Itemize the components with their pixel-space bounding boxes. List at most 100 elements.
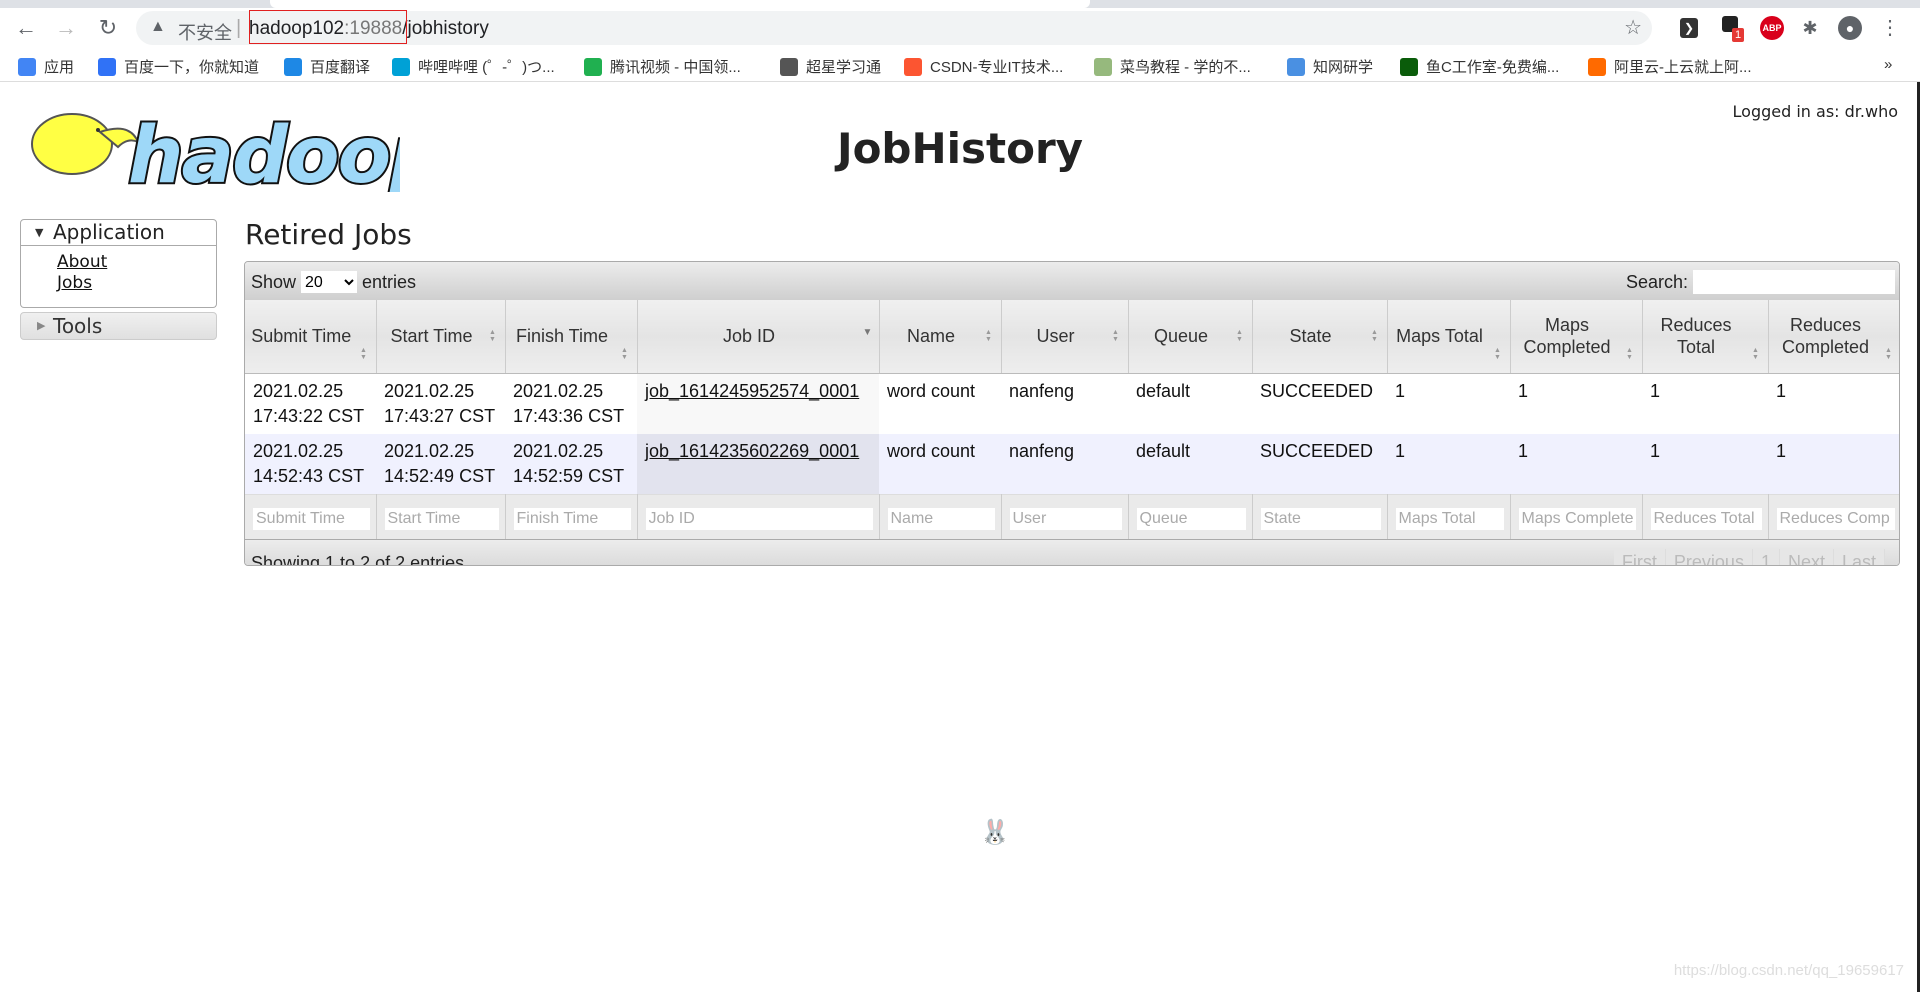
bookmark-label: 哔哩哔哩 (゜-゜)つ... (418, 59, 555, 76)
table-cell: SUCCEEDED (1252, 433, 1387, 494)
column-filter-input[interactable] (1650, 507, 1762, 530)
bookmark-item[interactable]: 百度翻译 (284, 56, 370, 77)
column-header[interactable]: Queue ▲ ▼ (1128, 300, 1253, 374)
bilibili-icon (392, 57, 410, 76)
column-header[interactable]: Reduces Completed ▲ ▼ (1768, 300, 1899, 374)
table-cell: nanfeng (1001, 433, 1128, 494)
column-filter-input[interactable] (1136, 507, 1246, 530)
table-cell: 1 (1768, 373, 1899, 434)
column-filter-input[interactable] (1776, 507, 1895, 530)
table-cell: default (1128, 373, 1252, 434)
pager-last-button[interactable]: Last (1834, 549, 1885, 565)
bookmark-item[interactable]: 阿里云-上云就上阿... (1588, 56, 1752, 77)
forward-icon[interactable]: → (52, 14, 80, 42)
column-header[interactable]: Finish Time ▲ ▼ (505, 300, 638, 374)
bookmark-item[interactable]: CSDN-专业IT技术... (904, 56, 1063, 77)
bookmark-item[interactable]: 知网研学 (1287, 56, 1373, 77)
sidebar-tools-header[interactable]: ▶ Tools (20, 312, 217, 340)
back-icon[interactable]: ← (12, 14, 40, 42)
profile-avatar-icon[interactable]: ● (1838, 16, 1862, 40)
bookmark-star-icon[interactable]: ☆ (1624, 15, 1642, 40)
column-filter-input[interactable] (1009, 507, 1122, 530)
table-footer: Showing 1 to 2 of 2 entries First Previou… (245, 539, 1899, 565)
address-bar[interactable]: ▲ 不安全 | hadoop102:19888/jobhistory ☆ (136, 10, 1652, 45)
baidu-icon (98, 57, 116, 76)
column-header[interactable]: Start Time ▲ ▼ (376, 300, 506, 374)
table-cell: 1 (1510, 433, 1642, 494)
extension-terminal-icon[interactable]: ❯ (1680, 18, 1698, 38)
page-title: JobHistory (0, 124, 1920, 173)
job-id-link[interactable]: job_1614235602269_0001 (645, 441, 859, 461)
column-filter-input[interactable] (1518, 507, 1636, 530)
column-header[interactable]: State ▲ ▼ (1252, 300, 1388, 374)
table-cell: 1 (1642, 373, 1768, 434)
column-header[interactable]: Submit Time ▲ ▼ (245, 300, 377, 374)
bookmark-item[interactable]: 腾讯视频 - 中国领... (584, 56, 741, 77)
security-label: 不安全 (178, 23, 232, 43)
bookmark-item[interactable]: 超星学习通 (780, 56, 881, 77)
reload-icon[interactable]: ↻ (94, 14, 122, 42)
entries-per-page-select[interactable]: 20 (301, 271, 358, 293)
table-cell: 2021.02.25 17:43:27 CST (376, 373, 505, 434)
sidebar-link-jobs[interactable]: Jobs (57, 273, 216, 294)
pager-previous-button[interactable]: Previous (1666, 549, 1753, 565)
column-header[interactable]: Maps Completed ▲ ▼ (1510, 300, 1643, 374)
column-header[interactable]: User ▲ ▼ (1001, 300, 1129, 374)
job-id-link[interactable]: job_1614245952574_0001 (645, 381, 859, 401)
more-bookmarks-button[interactable]: » (1884, 56, 1892, 73)
table-row: 2021.02.25 17:43:22 CST 2021.02.25 17:43:… (245, 373, 1899, 434)
bookmark-item[interactable]: 菜鸟教程 - 学的不... (1094, 56, 1251, 77)
bookmark-label: 腾讯视频 - 中国领... (610, 59, 741, 76)
bookmark-item[interactable]: 应用 (18, 56, 74, 77)
column-header-label: State (1289, 326, 1332, 347)
caret-right-icon: ▶ (37, 319, 46, 332)
extensions-puzzle-icon[interactable]: ✱ (1798, 16, 1822, 40)
column-header[interactable]: Reduces Total ▲ ▼ (1642, 300, 1769, 374)
bookmark-item[interactable]: 哔哩哔哩 (゜-゜)つ... (392, 56, 555, 77)
column-filter-input[interactable] (1395, 507, 1504, 530)
pager-next-button[interactable]: Next (1780, 549, 1834, 565)
filter-cell (1387, 493, 1511, 539)
filter-cell (879, 493, 1002, 539)
column-header-label: Job ID (722, 326, 776, 347)
table-cell: default (1128, 433, 1252, 494)
bookmark-item[interactable]: 百度一下，你就知道 (98, 56, 259, 77)
column-header[interactable]: Job ID ▼ (637, 300, 880, 374)
show-label: Show (251, 271, 297, 292)
bookmarks-bar: 应用 百度一下，你就知道 百度翻译 哔哩哔哩 (゜-゜)つ... 腾讯视频 - 中国领.… (0, 50, 1920, 82)
caret-down-icon: ▼ (35, 226, 44, 239)
rabbit-mascot-icon: 🐰 (980, 819, 1010, 846)
sidebar-link-about[interactable]: About (57, 252, 216, 273)
sidebar: ▼ Application About Jobs ▶ Tools (20, 219, 217, 340)
column-filter-input[interactable] (253, 507, 370, 530)
search-input[interactable] (1693, 270, 1895, 294)
adblock-icon[interactable]: ABP (1760, 16, 1784, 40)
column-filter-input[interactable] (1260, 507, 1381, 530)
pagination: First Previous 1 Next Last (1613, 549, 1885, 565)
jobs-table-wrapper: Show 20 entries Search: Submit Time ▲ ▼ Sta… (244, 261, 1900, 566)
column-filter-input[interactable] (645, 507, 873, 530)
sort-icon: ▲ ▼ (1626, 346, 1633, 361)
table-toolbar: Show 20 entries Search: (245, 262, 1899, 300)
column-filter-input[interactable] (513, 507, 631, 530)
translate-icon (284, 57, 302, 76)
menu-kebab-icon[interactable]: ⋮ (1878, 16, 1902, 40)
extension-icon[interactable]: 1 (1718, 16, 1745, 42)
column-header[interactable]: Maps Total ▲ ▼ (1387, 300, 1511, 374)
pager-1-button[interactable]: 1 (1753, 549, 1780, 565)
bookmark-item[interactable]: 鱼C工作室-免费编... (1400, 56, 1559, 77)
column-header[interactable]: Name ▲ ▼ (879, 300, 1002, 374)
column-header-label: Maps Completed (1523, 315, 1611, 358)
sidebar-application-header[interactable]: ▼ Application (20, 219, 217, 246)
active-tab[interactable] (270, 0, 1090, 8)
bookmark-label: CSDN-专业IT技术... (930, 59, 1064, 76)
table-cell: 2021.02.25 17:43:36 CST (505, 373, 637, 434)
filter-cell (245, 493, 377, 539)
column-filter-input[interactable] (887, 507, 995, 530)
table-cell: SUCCEEDED (1252, 373, 1387, 434)
pager-first-button[interactable]: First (1614, 549, 1666, 565)
column-filter-input[interactable] (384, 507, 499, 530)
column-header-label: User (1036, 326, 1075, 347)
csdn-icon (904, 57, 922, 76)
logged-in-user: Logged in as: dr.who (1732, 102, 1898, 121)
